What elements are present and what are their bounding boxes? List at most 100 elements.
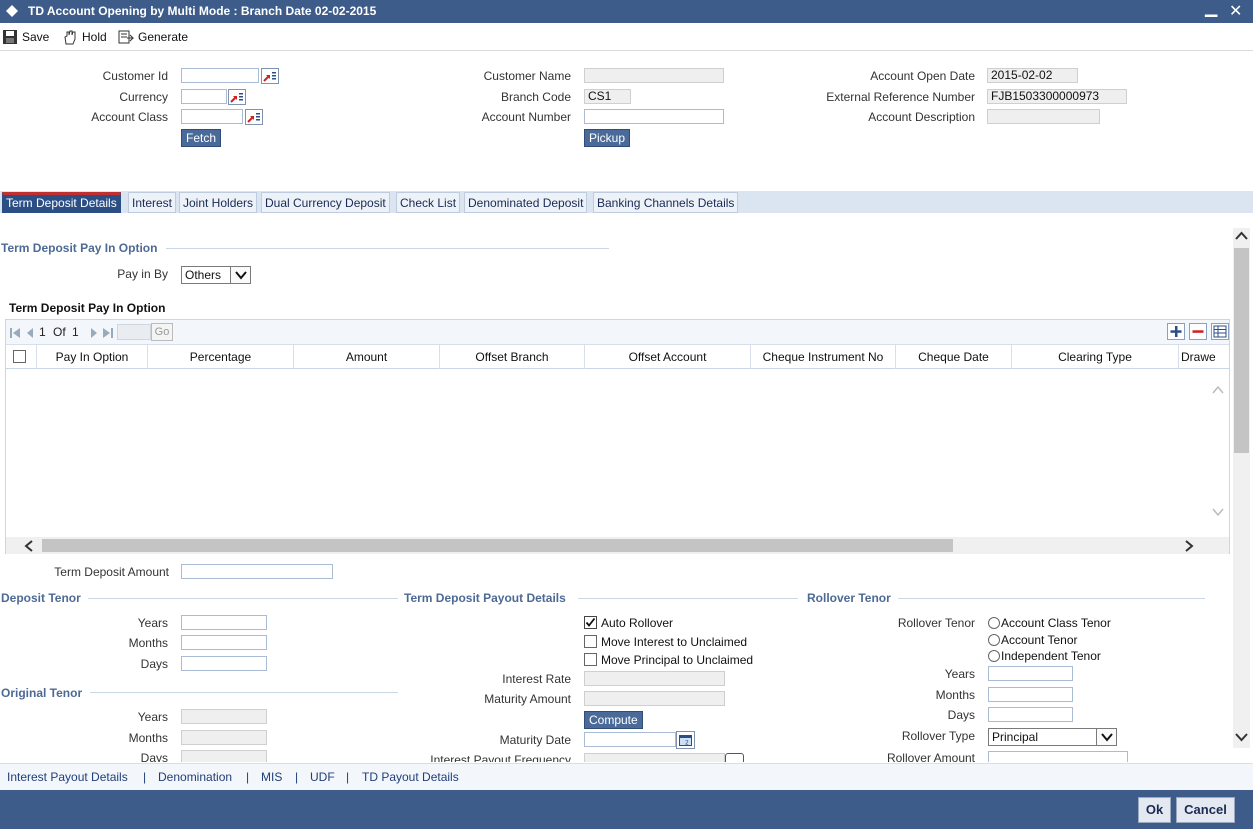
cancel-button[interactable]: Cancel (1176, 797, 1235, 823)
column-header[interactable]: Clearing Type (1012, 345, 1179, 369)
account-open-date-label: Account Open Date (870, 69, 975, 83)
select-all-cell (6, 345, 37, 369)
account-class-tenor-radio[interactable] (988, 617, 1000, 629)
branch-code-label: Branch Code (500, 90, 571, 104)
grid-pagination-bar: 1 Of 1 Go (6, 320, 1229, 345)
account-class-lov-button[interactable] (245, 109, 263, 125)
checkmark-icon (585, 617, 596, 627)
column-header[interactable]: Cheque Date (896, 345, 1012, 369)
plus-icon (1170, 326, 1182, 337)
deposit-months-input[interactable] (181, 635, 267, 650)
term-deposit-amount-input[interactable] (181, 564, 333, 579)
save-button[interactable]: Save (2, 28, 49, 46)
tab-interest[interactable]: Interest (128, 192, 177, 213)
account-class-input[interactable] (181, 109, 243, 124)
tab-denominated-deposit[interactable]: Denominated Deposit (464, 192, 588, 213)
go-button[interactable]: Go (151, 323, 173, 341)
rollover-months-label: Months (935, 688, 975, 702)
move-interest-checkbox[interactable] (584, 635, 597, 648)
column-header[interactable]: Amount (294, 345, 440, 369)
column-header[interactable]: Offset Branch (440, 345, 585, 369)
last-page-icon[interactable] (102, 327, 114, 339)
interest-payout-frequency-row: Interest Payout Frequency (400, 753, 760, 762)
external-reference-field: FJB1503300000973 (987, 89, 1127, 104)
rollover-years-input[interactable] (988, 666, 1073, 681)
column-header[interactable]: Percentage (148, 345, 294, 369)
scroll-right-icon[interactable] (1184, 540, 1194, 552)
maturity-date-input[interactable] (584, 732, 676, 747)
column-header[interactable]: Offset Account (585, 345, 751, 369)
deposit-tenor-title: Deposit Tenor (1, 591, 81, 605)
chevron-down-icon (235, 271, 247, 280)
pickup-button[interactable]: Pickup (584, 129, 631, 147)
move-principal-checkbox[interactable] (584, 653, 597, 666)
interest-payout-frequency-field (584, 753, 725, 762)
column-header[interactable]: Drawe (1179, 345, 1229, 369)
previous-page-icon[interactable] (25, 327, 35, 339)
rollover-amount-row: Rollover Amount (800, 751, 1200, 762)
minimize-button[interactable]: ▁ (1205, 0, 1217, 18)
grid-scroll-up-icon[interactable] (1211, 384, 1225, 396)
tab-dual-currency-deposit[interactable]: Dual Currency Deposit (261, 192, 390, 213)
tab-banking-channels-details[interactable]: Banking Channels Details (593, 192, 739, 213)
fetch-button[interactable]: Fetch (181, 129, 222, 147)
scroll-up-icon[interactable] (1235, 230, 1248, 242)
customer-id-lov-button[interactable] (261, 68, 279, 84)
pay-in-by-select[interactable]: Others (181, 266, 251, 284)
page-total: 1 (72, 325, 79, 339)
rollover-type-select[interactable]: Principal (988, 728, 1117, 746)
hold-button[interactable]: Hold (62, 28, 107, 46)
deposit-days-input[interactable] (181, 656, 267, 671)
account-number-input[interactable] (584, 109, 724, 124)
delete-row-button[interactable] (1189, 323, 1207, 340)
hold-label: Hold (82, 30, 107, 44)
interest-payout-details-link[interactable]: Interest Payout Details (7, 770, 128, 784)
compute-button[interactable]: Compute (584, 711, 643, 729)
maturity-date-picker-button[interactable]: 2 (676, 731, 695, 749)
mis-link[interactable]: MIS (261, 770, 282, 784)
rollover-months-input[interactable] (988, 687, 1073, 702)
td-payout-details-link[interactable]: TD Payout Details (362, 770, 459, 784)
next-page-icon[interactable] (89, 327, 99, 339)
minus-icon (1192, 330, 1204, 333)
currency-input[interactable] (181, 89, 227, 104)
scroll-left-icon[interactable] (24, 540, 34, 552)
page-scroll-thumb[interactable] (1234, 248, 1249, 453)
independent-tenor-radio[interactable] (988, 650, 1000, 662)
single-view-button[interactable] (1211, 323, 1229, 340)
scroll-thumb[interactable] (42, 539, 953, 552)
select-all-checkbox[interactable] (13, 350, 26, 363)
close-window-button[interactable]: ✕ (1229, 1, 1242, 21)
column-header[interactable]: Cheque Instrument No (751, 345, 896, 369)
grid-scroll-down-icon[interactable] (1211, 506, 1225, 518)
tab-term-deposit-details[interactable]: Term Deposit Details (2, 192, 121, 213)
add-row-button[interactable] (1167, 323, 1185, 340)
column-header[interactable]: Pay In Option (37, 345, 148, 369)
interest-payout-frequency-lov-button[interactable] (725, 753, 744, 762)
rollover-tenor-divider (898, 598, 1205, 599)
toolbar: Save Hold Generate (0, 23, 1253, 51)
page-vertical-scrollbar[interactable] (1233, 228, 1250, 748)
page-jump-input[interactable] (117, 324, 151, 340)
rollover-amount-input[interactable] (988, 751, 1128, 762)
customer-id-input[interactable] (181, 68, 259, 83)
account-number-label: Account Number (481, 110, 571, 124)
auto-rollover-checkbox[interactable] (584, 616, 597, 629)
denomination-link[interactable]: Denomination (158, 770, 232, 784)
term-deposit-amount-label: Term Deposit Amount (54, 565, 169, 579)
ok-button[interactable]: Ok (1138, 797, 1171, 823)
currency-lov-button[interactable] (228, 89, 246, 105)
move-interest-label: Move Interest to Unclaimed (601, 635, 748, 649)
scroll-down-icon[interactable] (1235, 731, 1248, 743)
tab-joint-holders[interactable]: Joint Holders (179, 192, 258, 213)
tab-check-list[interactable]: Check List (396, 192, 461, 213)
account-tenor-radio[interactable] (988, 634, 1000, 646)
account-class-tenor-label: Account Class Tenor (1001, 616, 1111, 630)
grid-horizontal-scrollbar[interactable] (6, 537, 1229, 554)
udf-link[interactable]: UDF (310, 770, 335, 784)
deposit-years-input[interactable] (181, 615, 267, 630)
rollover-days-input[interactable] (988, 707, 1073, 722)
first-page-icon[interactable] (9, 327, 21, 339)
generate-button[interactable]: Generate (118, 28, 188, 46)
account-description-field (987, 109, 1100, 124)
